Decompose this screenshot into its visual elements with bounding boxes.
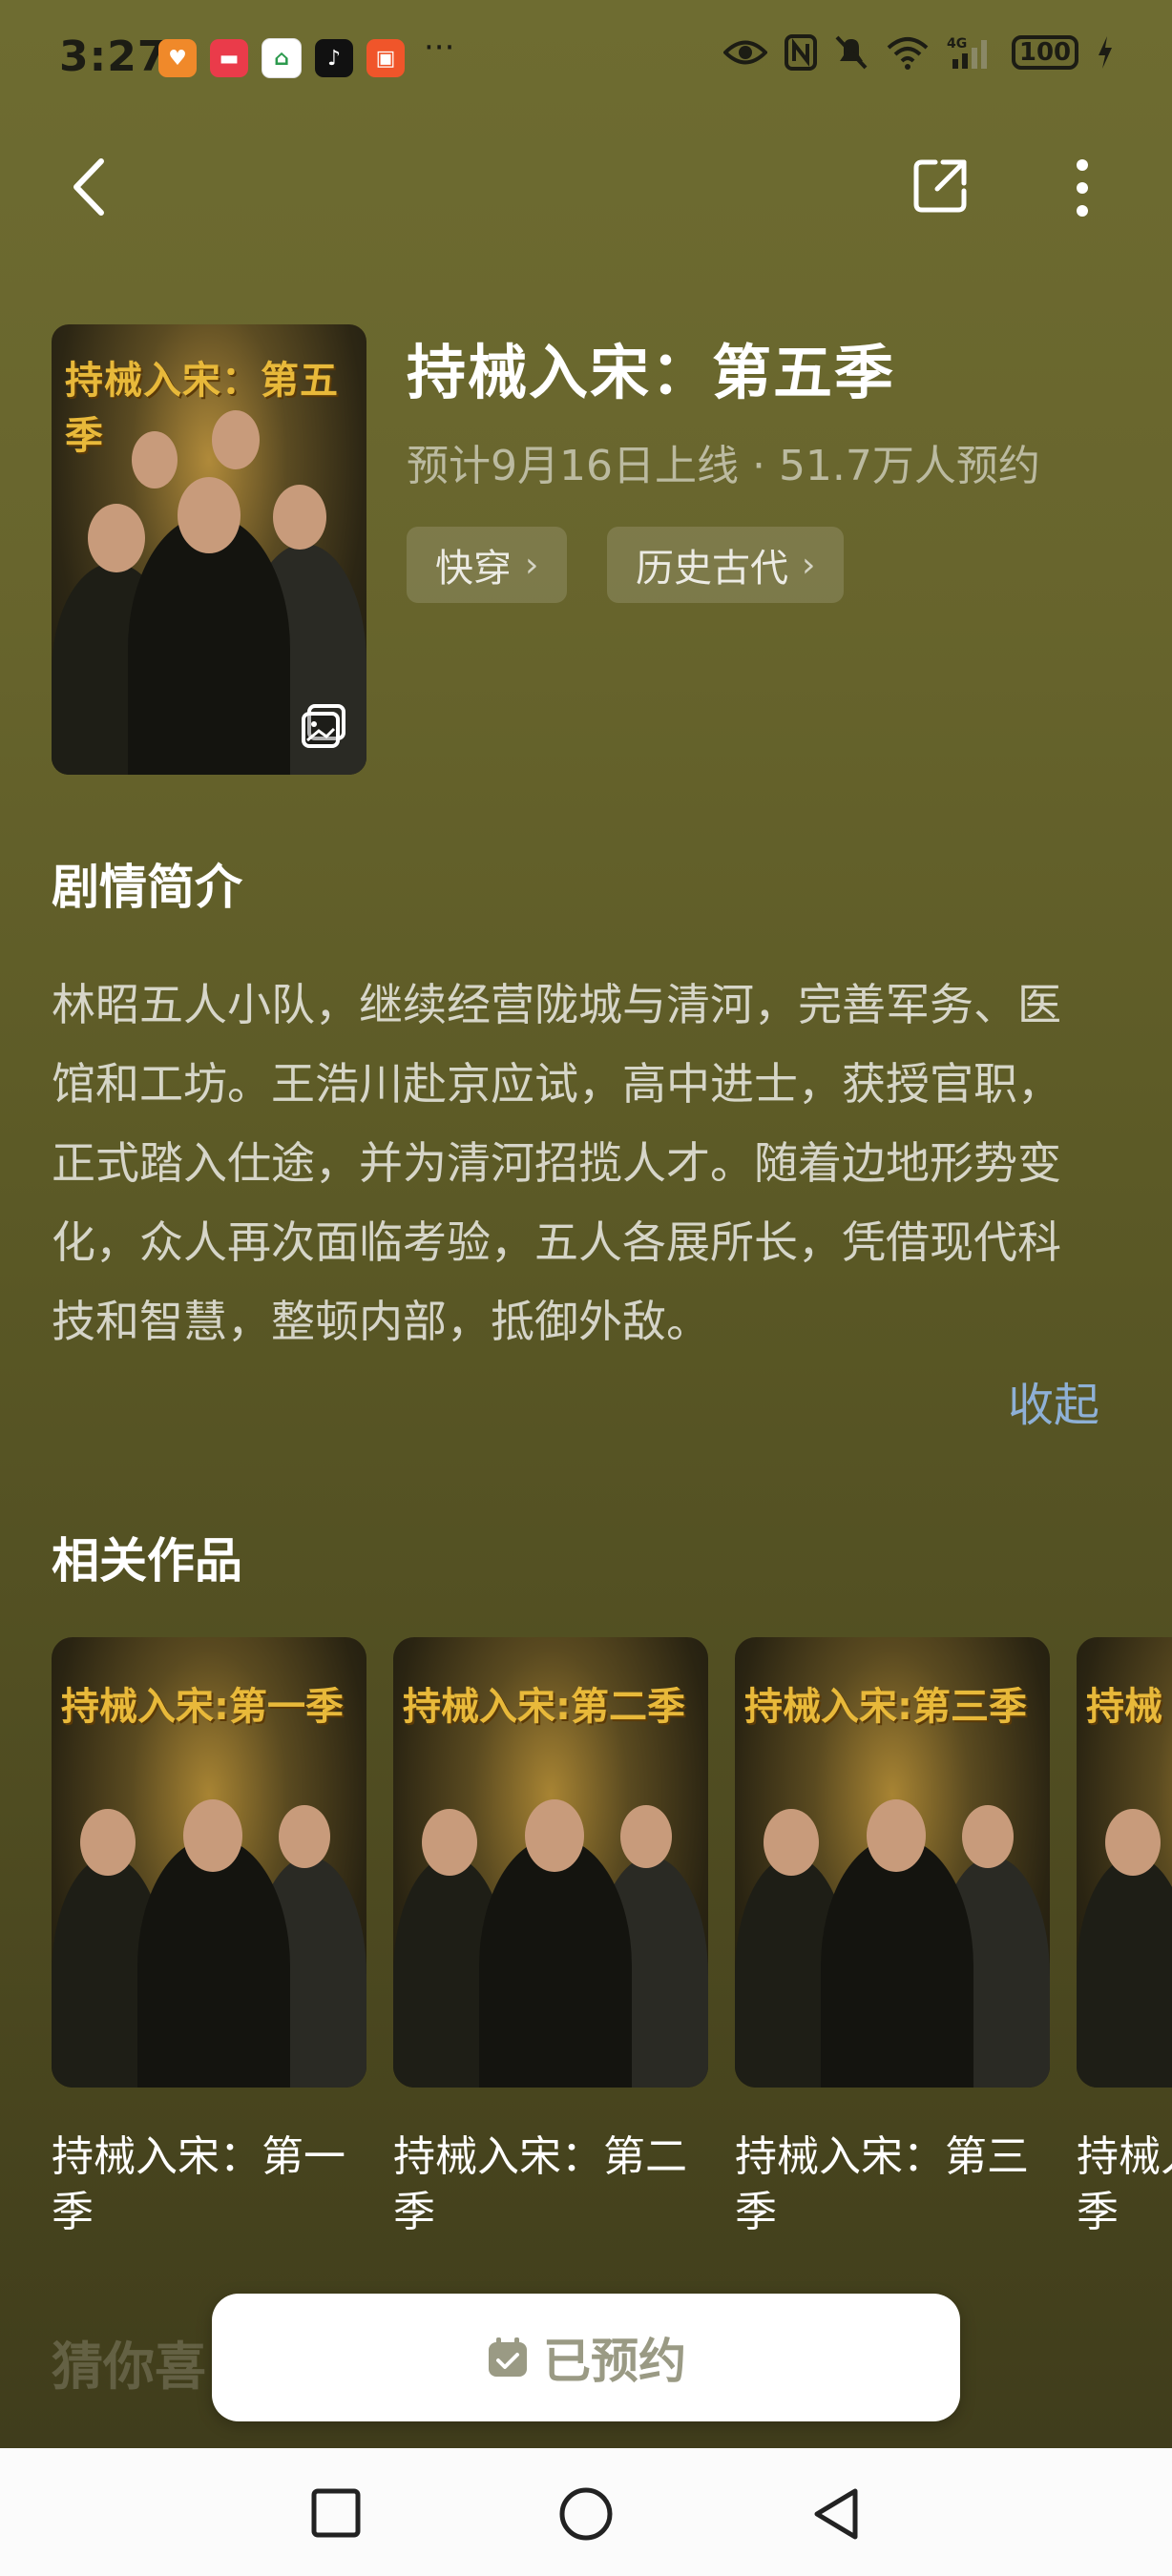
poster-face	[212, 410, 260, 469]
poster-title-art: 持械入宋:第一季	[61, 1685, 344, 1729]
bell-mute-icon	[835, 35, 868, 70]
poster-face	[422, 1809, 477, 1876]
poster-face	[178, 477, 241, 553]
app-tiktok-icon: ♪	[315, 39, 353, 77]
synopsis-heading: 剧情简介	[52, 860, 242, 915]
poster-face	[273, 485, 326, 550]
eye-icon	[723, 40, 767, 65]
poster-title-art: 持械入宋:第二季	[403, 1685, 685, 1729]
related-title: 持械入宋：第二季	[393, 2132, 687, 2236]
poster-face	[867, 1799, 926, 1872]
poster-title-art: 持械入宋:第三季	[744, 1685, 1027, 1729]
charging-icon	[1099, 36, 1112, 69]
circle-icon	[559, 2487, 613, 2541]
related-poster: 持械入宋:第三季	[735, 1637, 1050, 2088]
poster-figure	[821, 1838, 973, 2088]
tag-chip-history[interactable]: 历史古代 ›	[607, 527, 845, 603]
system-nav-bar	[0, 2448, 1172, 2576]
related-poster: 持械	[1077, 1637, 1172, 2088]
back-button[interactable]	[59, 153, 116, 221]
nfc-icon	[785, 34, 817, 71]
app-home-icon: ⌂	[262, 38, 302, 78]
synopsis-text: 林昭五人小队，继续经营陇城与清河，完善军务、医馆和工坊。王浩川赴京应试，高中进士…	[52, 979, 1061, 1347]
app-store-icon: ▬	[210, 39, 248, 77]
status-right-icons: 4G 100	[723, 34, 1115, 71]
system-back-button[interactable]	[807, 2484, 865, 2544]
home-button[interactable]	[555, 2484, 617, 2544]
related-card[interactable]: 持械入宋:第二季 持械入宋：第二季	[393, 1637, 708, 2240]
chevron-right-icon: ›	[525, 545, 539, 585]
poster-face	[525, 1799, 584, 1872]
share-button[interactable]	[909, 155, 972, 218]
tag-label: 历史古代	[636, 547, 788, 591]
poster-figure	[128, 515, 290, 775]
signal-4g-icon: 4G	[947, 36, 987, 69]
notification-app-icons: ♥ ▬ ⌂ ♪ ▣	[158, 38, 405, 78]
poster-figure	[1077, 1857, 1172, 2088]
wifi-icon	[887, 37, 929, 70]
tag-chip-quick-travel[interactable]: 快穿 ›	[407, 527, 568, 603]
related-heading: 相关作品	[52, 1533, 242, 1589]
drama-title: 持械入宋：第五季	[407, 338, 896, 407]
reserved-label: 已预约	[543, 2334, 686, 2389]
triangle-back-icon	[814, 2488, 858, 2540]
recent-apps-button[interactable]	[307, 2484, 365, 2542]
poster-title-art: 持械	[1086, 1685, 1162, 1729]
poster-face	[764, 1809, 819, 1876]
svg-text:4G: 4G	[947, 36, 967, 52]
recommend-heading: 猜你喜	[52, 2337, 206, 2397]
drama-poster[interactable]: 持械入宋：第五季	[52, 324, 366, 775]
related-poster: 持械入宋:第一季	[52, 1637, 366, 2088]
poster-face	[183, 1799, 242, 1872]
poster-face	[80, 1809, 136, 1876]
chevron-left-icon	[73, 158, 104, 216]
related-card[interactable]: 持械入宋:第一季 持械入宋：第一季	[52, 1637, 366, 2240]
related-title: 持械入宋：第三季	[735, 2132, 1029, 2236]
calendar-check-icon	[489, 2337, 527, 2377]
square-icon	[311, 2488, 361, 2538]
poster-face	[962, 1805, 1014, 1868]
poster-figure	[137, 1838, 290, 2088]
more-button[interactable]	[1061, 155, 1103, 221]
battery-indicator: 100	[1012, 35, 1078, 70]
app-news-icon: ▣	[366, 39, 405, 77]
app-heart-icon: ♥	[158, 39, 197, 77]
poster-figure	[479, 1838, 632, 2088]
related-title: 持械入宋：第一季	[52, 2132, 345, 2236]
more-vertical-icon	[1077, 159, 1088, 217]
poster-face	[132, 431, 178, 488]
reserved-button[interactable]: 已预约	[212, 2294, 960, 2421]
collapse-link[interactable]: 收起	[1008, 1367, 1099, 1434]
poster-face	[1105, 1809, 1161, 1876]
poster-face	[279, 1805, 330, 1868]
related-card[interactable]: 持械入宋:第三季 持械入宋：第三季	[735, 1637, 1050, 2240]
status-time: 3:27	[59, 32, 168, 81]
poster-face	[620, 1805, 672, 1868]
gallery-icon[interactable]	[300, 702, 347, 750]
chevron-right-icon: ›	[802, 545, 816, 585]
related-card-partial-clip: 持械 持械入宋：第四季	[1077, 1637, 1172, 2324]
related-title: 持械入宋：第四季	[1077, 2132, 1172, 2236]
poster-face	[88, 504, 145, 572]
related-poster: 持械入宋:第二季	[393, 1637, 708, 2088]
tag-label: 快穿	[435, 547, 512, 591]
share-icon	[913, 159, 967, 213]
release-info: 预计9月16日上线 · 51.7万人预约	[407, 442, 1040, 490]
related-card[interactable]: 持械 持械入宋：第四季	[1077, 1637, 1172, 2240]
status-more-dots: ···	[424, 29, 455, 67]
